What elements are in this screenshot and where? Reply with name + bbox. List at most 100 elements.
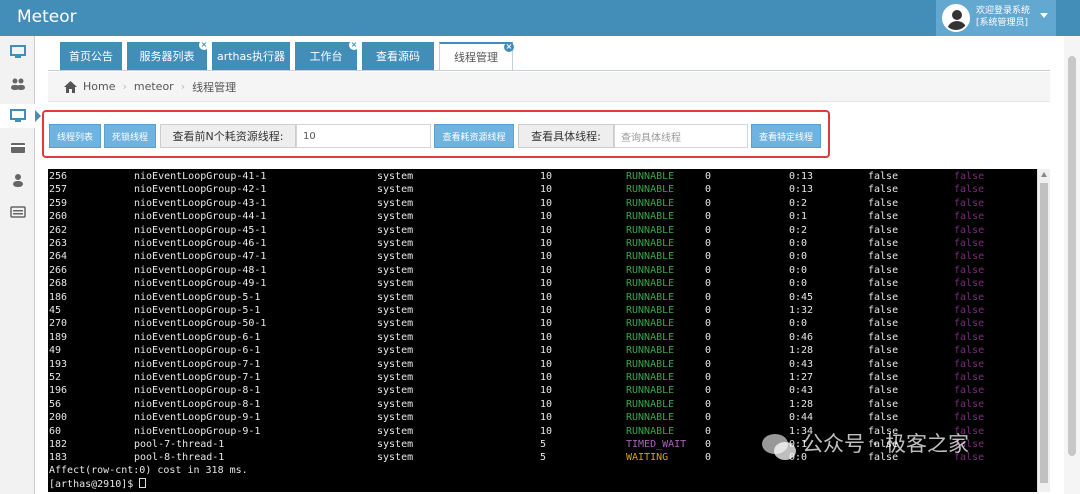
thread-id: 266 [49, 264, 68, 276]
thread-state: RUNNABLE [626, 264, 675, 276]
thread-interrupted: false [868, 398, 899, 410]
page-scrollbar[interactable] [1064, 36, 1080, 494]
thread-priority: 10 [540, 171, 553, 182]
tabs-divider [48, 70, 1050, 71]
table-row: 189 nioEventLoopGroup-6-1 system 10 RUNNABLE… [48, 331, 1037, 344]
thread-state: RUNNABLE [626, 251, 675, 263]
thread-interrupted: false [868, 358, 899, 370]
close-icon[interactable]: × [504, 42, 514, 52]
thread-group: system [377, 171, 414, 182]
thread-priority: 10 [540, 358, 553, 370]
thread-priority: 10 [540, 331, 553, 343]
thread-priority: 10 [540, 291, 553, 303]
thread-cpu: 0 [705, 452, 712, 464]
thread-state: RUNNABLE [626, 224, 675, 236]
thread-cpu: 0 [705, 358, 712, 370]
tab-server-list[interactable]: 服务器列表 × [127, 40, 209, 70]
sidebar-item-desktop[interactable] [0, 40, 35, 64]
tab-thread-management[interactable]: 线程管理 × [439, 42, 514, 70]
thread-state: RUNNABLE [626, 211, 675, 223]
breadcrumb-current: 线程管理 [192, 80, 237, 94]
page-scrollbar-thumb[interactable] [1068, 56, 1076, 456]
tab-home-notice[interactable]: 首页公告 [60, 42, 122, 70]
sidebar-item-users[interactable] [0, 72, 35, 96]
thread-group: system [377, 211, 414, 223]
tab-view-source[interactable]: 查看源码 [362, 42, 434, 70]
thread-daemon: false [954, 211, 985, 223]
thread-time: 0:43 [789, 358, 814, 370]
thread-cpu: 0 [705, 291, 712, 303]
table-row: 264 nioEventLoopGroup-47-1 system 10 RUNNABL… [48, 250, 1037, 263]
scrollbar-thumb[interactable] [1040, 183, 1048, 483]
thread-state: RUNNABLE [626, 238, 675, 249]
chevron-up-icon[interactable] [1041, 172, 1047, 177]
breadcrumb-home[interactable]: Home [83, 80, 115, 93]
thread-id: 189 [49, 331, 68, 343]
sidebar-item-user[interactable] [0, 168, 35, 192]
thread-priority: 10 [540, 184, 553, 196]
thread-name: nioEventLoopGroup-45-1 [134, 224, 267, 236]
thread-state: RUNNABLE [626, 305, 675, 316]
table-row: 52 nioEventLoopGroup-7-1 system 10 RUNNABLE 0… [48, 371, 1037, 384]
table-row: 49 nioEventLoopGroup-6-1 system 10 RUNNABLE 0… [48, 344, 1037, 357]
chevron-down-icon[interactable] [1040, 13, 1048, 18]
thread-name: pool-8-thread-1 [134, 452, 225, 464]
thread-id: 60 [49, 425, 62, 437]
app-title[interactable]: Meteor [17, 7, 77, 27]
table-row: 193 nioEventLoopGroup-7-1 system 10 RUNNABLE… [48, 358, 1037, 371]
thread-interrupted: false [868, 331, 899, 343]
specific-thread-button[interactable]: 查看特定线程 [751, 124, 821, 148]
thread-time: 1:28 [789, 398, 814, 410]
thread-priority: 5 [540, 452, 547, 464]
close-icon[interactable]: × [199, 40, 209, 50]
list-icon [9, 206, 26, 218]
thread-id: 56 [49, 398, 62, 410]
table-row: 45 nioEventLoopGroup-5-1 system 10 RUNNABLE 0… [48, 304, 1037, 317]
tab-arthas-executor[interactable]: arthas执行器 [212, 42, 290, 70]
deadlock-button[interactable]: 死锁线程 [104, 124, 156, 148]
thread-group: system [377, 425, 414, 437]
thread-daemon: false [954, 412, 985, 424]
thread-group: system [377, 412, 414, 424]
thread-id: 52 [49, 372, 62, 383]
thread-list-button[interactable]: 线程列表 [49, 124, 101, 148]
thread-state: RUNNABLE [626, 184, 675, 196]
thread-cpu: 0 [705, 197, 712, 209]
breadcrumb-app[interactable]: meteor [134, 80, 174, 93]
thread-name: nioEventLoopGroup-46-1 [134, 238, 267, 249]
thread-interrupted: false [868, 238, 899, 249]
thread-daemon: false [954, 197, 985, 209]
thread-cpu: 0 [705, 224, 712, 236]
table-row: 257 nioEventLoopGroup-42-1 system 10 RUNNABL… [48, 183, 1037, 196]
thread-id: 193 [49, 358, 68, 370]
thread-cpu: 0 [705, 385, 712, 397]
thread-priority: 10 [540, 211, 553, 223]
thread-id: 196 [49, 385, 68, 397]
thread-group: system [377, 197, 414, 209]
thread-group: system [377, 318, 414, 330]
tab-workbench[interactable]: 工作台 × [295, 40, 359, 70]
thread-state: RUNNABLE [626, 398, 675, 410]
thread-id: 262 [49, 224, 68, 236]
specific-thread-input[interactable]: 查询具体线程 [614, 124, 748, 148]
console-prompt[interactable]: [arthas@2910]$ [49, 478, 147, 490]
console-scrollbar[interactable] [1037, 169, 1050, 492]
home-icon [64, 80, 77, 93]
chevron-right-icon: › [122, 80, 127, 93]
top-n-button[interactable]: 查看耗资源线程 [434, 124, 514, 148]
close-icon[interactable]: × [349, 40, 359, 50]
sidebar-item-card[interactable] [0, 136, 35, 160]
thread-cpu: 0 [705, 331, 712, 343]
thread-state: TIMED_WAIT [626, 439, 687, 450]
thread-cpu: 0 [705, 251, 712, 263]
thread-name: nioEventLoopGroup-43-1 [134, 197, 267, 209]
sidebar-item-list[interactable] [0, 200, 35, 224]
specific-thread-label: 查看具体线程: [518, 124, 614, 148]
thread-time: 0:44 [789, 412, 814, 424]
thread-state: RUNNABLE [626, 197, 675, 209]
thread-daemon: false [954, 385, 985, 397]
sidebar-item-monitor[interactable] [0, 104, 41, 128]
user-menu[interactable]: 欢迎登录系统 [系统管理员] [936, 0, 1056, 36]
thread-interrupted: false [868, 385, 899, 397]
top-n-input[interactable]: 10 [296, 124, 431, 148]
